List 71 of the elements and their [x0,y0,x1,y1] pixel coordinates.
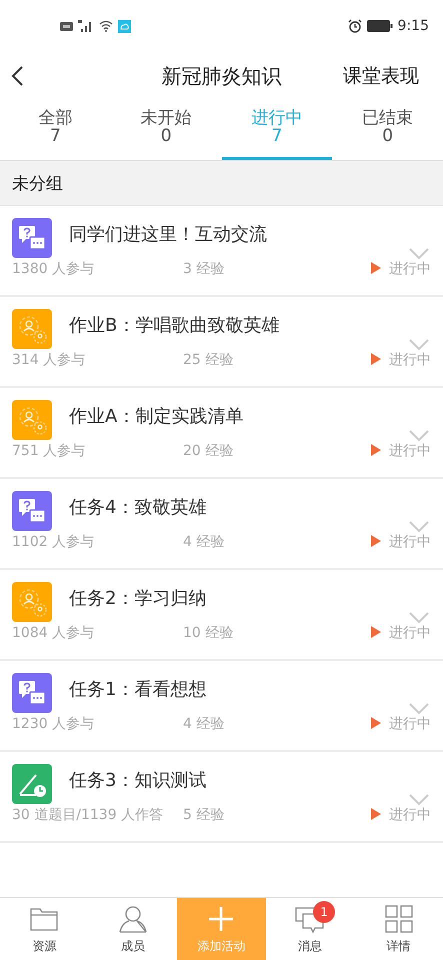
chevron-down-icon[interactable] [409,248,429,260]
experience-points: 25 经验 [183,351,234,369]
participant-count: 30 道题目/1139 人作答 [12,806,164,824]
participant-count: 1084 人参与 [12,624,96,642]
chevron-down-icon[interactable] [409,521,429,533]
status-label: 进行中 [389,351,431,369]
people-gear-icon [12,582,52,622]
nav-tab[interactable]: 资源 [0,898,89,960]
activity-title: 任务2：学习归纳 [68,586,208,610]
participant-count: 1102 人参与 [12,533,96,551]
person-icon [118,904,148,934]
participant-count: 1380 人参与 [12,260,96,278]
experience-points: 10 经验 [183,624,234,642]
chat-bubbles-icon [12,218,52,258]
filter-tab[interactable]: 全部 7 [0,100,111,160]
chevron-down-icon[interactable] [409,339,429,351]
nav-tab[interactable]: 详情 [354,898,443,960]
play-icon [371,444,381,456]
status-label: 进行中 [389,806,431,824]
participant-count: 1230 人参与 [12,715,96,733]
participant-count: 751 人参与 [12,442,86,460]
participant-count: 314 人参与 [12,351,86,369]
activity-title: 任务1：看看想想 [68,678,208,700]
experience-points: 4 经验 [183,533,226,551]
battery-icon [366,20,393,32]
class-performance-button[interactable]: 课堂表现 [343,63,419,89]
experience-points: 4 经验 [183,715,226,733]
people-gear-icon [12,309,52,349]
clock-time: 9:15 [398,18,429,34]
unread-badge: 1 [313,901,336,923]
people-gear-icon [12,400,52,440]
status-label: 进行中 [389,624,431,642]
play-icon [371,262,381,274]
play-icon [371,353,381,365]
pen-clock-icon [12,764,52,804]
status-label: 进行中 [389,260,431,278]
activity-title: 同学们进这里！互动交流 [68,222,268,246]
signal-icon [78,20,94,32]
cloud-icon [118,20,131,32]
experience-points: 20 经验 [183,442,234,460]
play-icon [371,808,381,820]
activity-title: 任务4：致敬英雄 [68,496,208,518]
nav-tab[interactable]: 成员 [88,898,178,960]
status-label: 进行中 [389,715,431,733]
activity-title: 作业B：学唱歌曲致敬英雄 [68,314,280,336]
chevron-down-icon[interactable] [409,612,429,624]
status-label: 进行中 [389,533,431,551]
chevron-down-icon[interactable] [409,703,429,715]
nav-tab[interactable]: 消息 1 [266,898,354,960]
activity-title: 任务3：知识测试 [68,768,208,792]
group-title: 未分组 [12,172,63,194]
status-label: 进行中 [389,442,431,460]
filter-tab[interactable]: 已结束 0 [332,100,443,160]
chevron-down-icon[interactable] [409,430,429,442]
play-icon [371,535,381,547]
grid-icon [384,905,413,933]
wifi-icon [99,20,113,32]
play-icon [371,717,381,729]
chat-bubbles-icon [12,673,52,713]
back-button[interactable] [10,65,24,87]
alarm-icon [348,19,362,33]
chat-bubbles-icon [12,491,52,531]
play-icon [371,626,381,638]
page-title: 新冠肺炎知识 [162,62,282,90]
experience-points: 5 经验 [183,806,226,824]
activity-title: 作业A：制定实践清单 [68,404,244,428]
hd-icon [60,22,73,30]
plus-icon [208,906,234,932]
filter-tab[interactable]: 未开始 0 [110,100,222,160]
experience-points: 3 经验 [183,260,226,278]
chevron-down-icon[interactable] [409,794,429,806]
